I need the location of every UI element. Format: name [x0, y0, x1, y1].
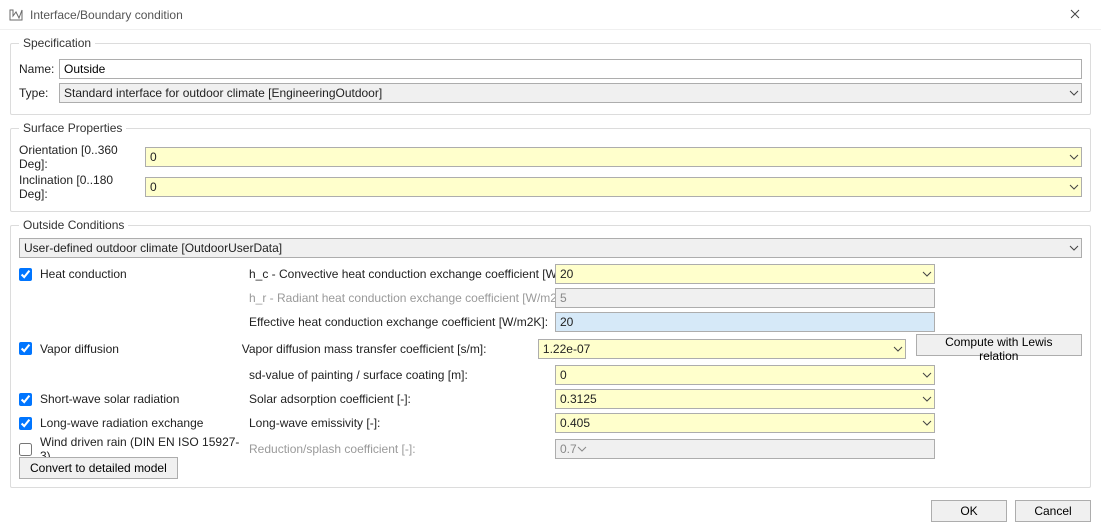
- solar-adsorption-select[interactable]: 0.3125: [555, 389, 935, 409]
- longwave-emissivity-value: 0.405: [560, 416, 590, 430]
- chevron-down-icon: [1069, 88, 1079, 98]
- chevron-down-icon: [922, 418, 932, 428]
- heat-conduction-checkbox[interactable]: [19, 268, 32, 281]
- outdoor-climate-select[interactable]: User-defined outdoor climate [OutdoorUse…: [19, 238, 1082, 258]
- window-title: Interface/Boundary condition: [30, 8, 1053, 22]
- outdoor-climate-value: User-defined outdoor climate [OutdoorUse…: [24, 241, 282, 255]
- splash-coef-field: 0.7: [555, 439, 935, 459]
- inclination-label: Inclination [0..180 Deg]:: [19, 173, 145, 201]
- sd-value-select[interactable]: 0: [555, 365, 935, 385]
- vapor-coef-select[interactable]: 1.22e-07: [538, 339, 906, 359]
- orientation-value: 0: [150, 150, 157, 164]
- specification-legend: Specification: [19, 36, 95, 50]
- close-button[interactable]: [1053, 0, 1097, 30]
- orientation-label: Orientation [0..360 Deg]:: [19, 143, 145, 171]
- chevron-down-icon: [1069, 152, 1079, 162]
- vapor-coef-value: 1.22e-07: [543, 342, 590, 356]
- hc-value: 20: [560, 267, 573, 281]
- effective-hc-input[interactable]: 20: [555, 312, 935, 332]
- close-icon: [1070, 8, 1080, 22]
- sd-value-label: sd-value of painting / surface coating […: [249, 368, 549, 382]
- surface-properties-legend: Surface Properties: [19, 121, 126, 135]
- surface-properties-group: Surface Properties Orientation [0..360 D…: [10, 121, 1091, 212]
- splash-coef-value: 0.7: [560, 442, 577, 456]
- longwave-emissivity-label: Long-wave emissivity [-]:: [249, 416, 549, 430]
- shortwave-label: Short-wave solar radiation: [40, 392, 179, 406]
- chevron-down-icon: [1069, 182, 1079, 192]
- app-icon: [8, 7, 24, 23]
- convert-detailed-button[interactable]: Convert to detailed model: [19, 457, 178, 479]
- effective-hc-label: Effective heat conduction exchange coeff…: [249, 315, 549, 329]
- ok-button[interactable]: OK: [931, 500, 1007, 522]
- sd-value: 0: [560, 368, 567, 382]
- hc-select[interactable]: 20: [555, 264, 935, 284]
- effective-hc-value: 20: [560, 315, 573, 329]
- vapor-diffusion-label: Vapor diffusion: [40, 342, 119, 356]
- content-area: Specification Name: Type: Standard inter…: [0, 30, 1101, 532]
- longwave-label: Long-wave radiation exchange: [40, 416, 203, 430]
- inclination-value: 0: [150, 180, 157, 194]
- chevron-down-icon: [922, 269, 932, 279]
- type-label: Type:: [19, 86, 59, 100]
- splash-coef-label: Reduction/splash coefficient [-]:: [249, 442, 549, 456]
- solar-adsorption-label: Solar adsorption coefficient [-]:: [249, 392, 549, 406]
- compute-lewis-button[interactable]: Compute with Lewis relation: [916, 334, 1082, 356]
- longwave-checkbox[interactable]: [19, 417, 32, 430]
- outside-conditions-group: Outside Conditions User-defined outdoor …: [10, 218, 1091, 488]
- hc-label: h_c - Convective heat conduction exchang…: [249, 267, 549, 281]
- dialog-footer: OK Cancel: [10, 494, 1091, 522]
- chevron-down-icon: [922, 370, 932, 380]
- chevron-down-icon: [893, 344, 903, 354]
- cancel-button[interactable]: Cancel: [1015, 500, 1091, 522]
- name-label: Name:: [19, 62, 59, 76]
- chevron-down-icon: [577, 444, 587, 454]
- chevron-down-icon: [1069, 243, 1079, 253]
- chevron-down-icon: [922, 394, 932, 404]
- vapor-coef-label: Vapor diffusion mass transfer coefficien…: [242, 342, 532, 356]
- orientation-select[interactable]: 0: [145, 147, 1082, 167]
- wind-rain-checkbox[interactable]: [19, 443, 32, 456]
- hr-label: h_r - Radiant heat conduction exchange c…: [249, 291, 549, 305]
- inclination-select[interactable]: 0: [145, 177, 1082, 197]
- heat-conduction-label: Heat conduction: [40, 267, 127, 281]
- hr-value-field: 5: [555, 288, 935, 308]
- hr-value: 5: [560, 291, 567, 305]
- type-select[interactable]: Standard interface for outdoor climate […: [59, 83, 1082, 103]
- specification-group: Specification Name: Type: Standard inter…: [10, 36, 1091, 115]
- shortwave-checkbox[interactable]: [19, 393, 32, 406]
- titlebar: Interface/Boundary condition: [0, 0, 1101, 30]
- outside-conditions-legend: Outside Conditions: [19, 218, 128, 232]
- type-select-value: Standard interface for outdoor climate […: [64, 86, 382, 100]
- solar-adsorption-value: 0.3125: [560, 392, 597, 406]
- longwave-emissivity-select[interactable]: 0.405: [555, 413, 935, 433]
- vapor-diffusion-checkbox[interactable]: [19, 342, 32, 355]
- name-input[interactable]: [59, 59, 1082, 79]
